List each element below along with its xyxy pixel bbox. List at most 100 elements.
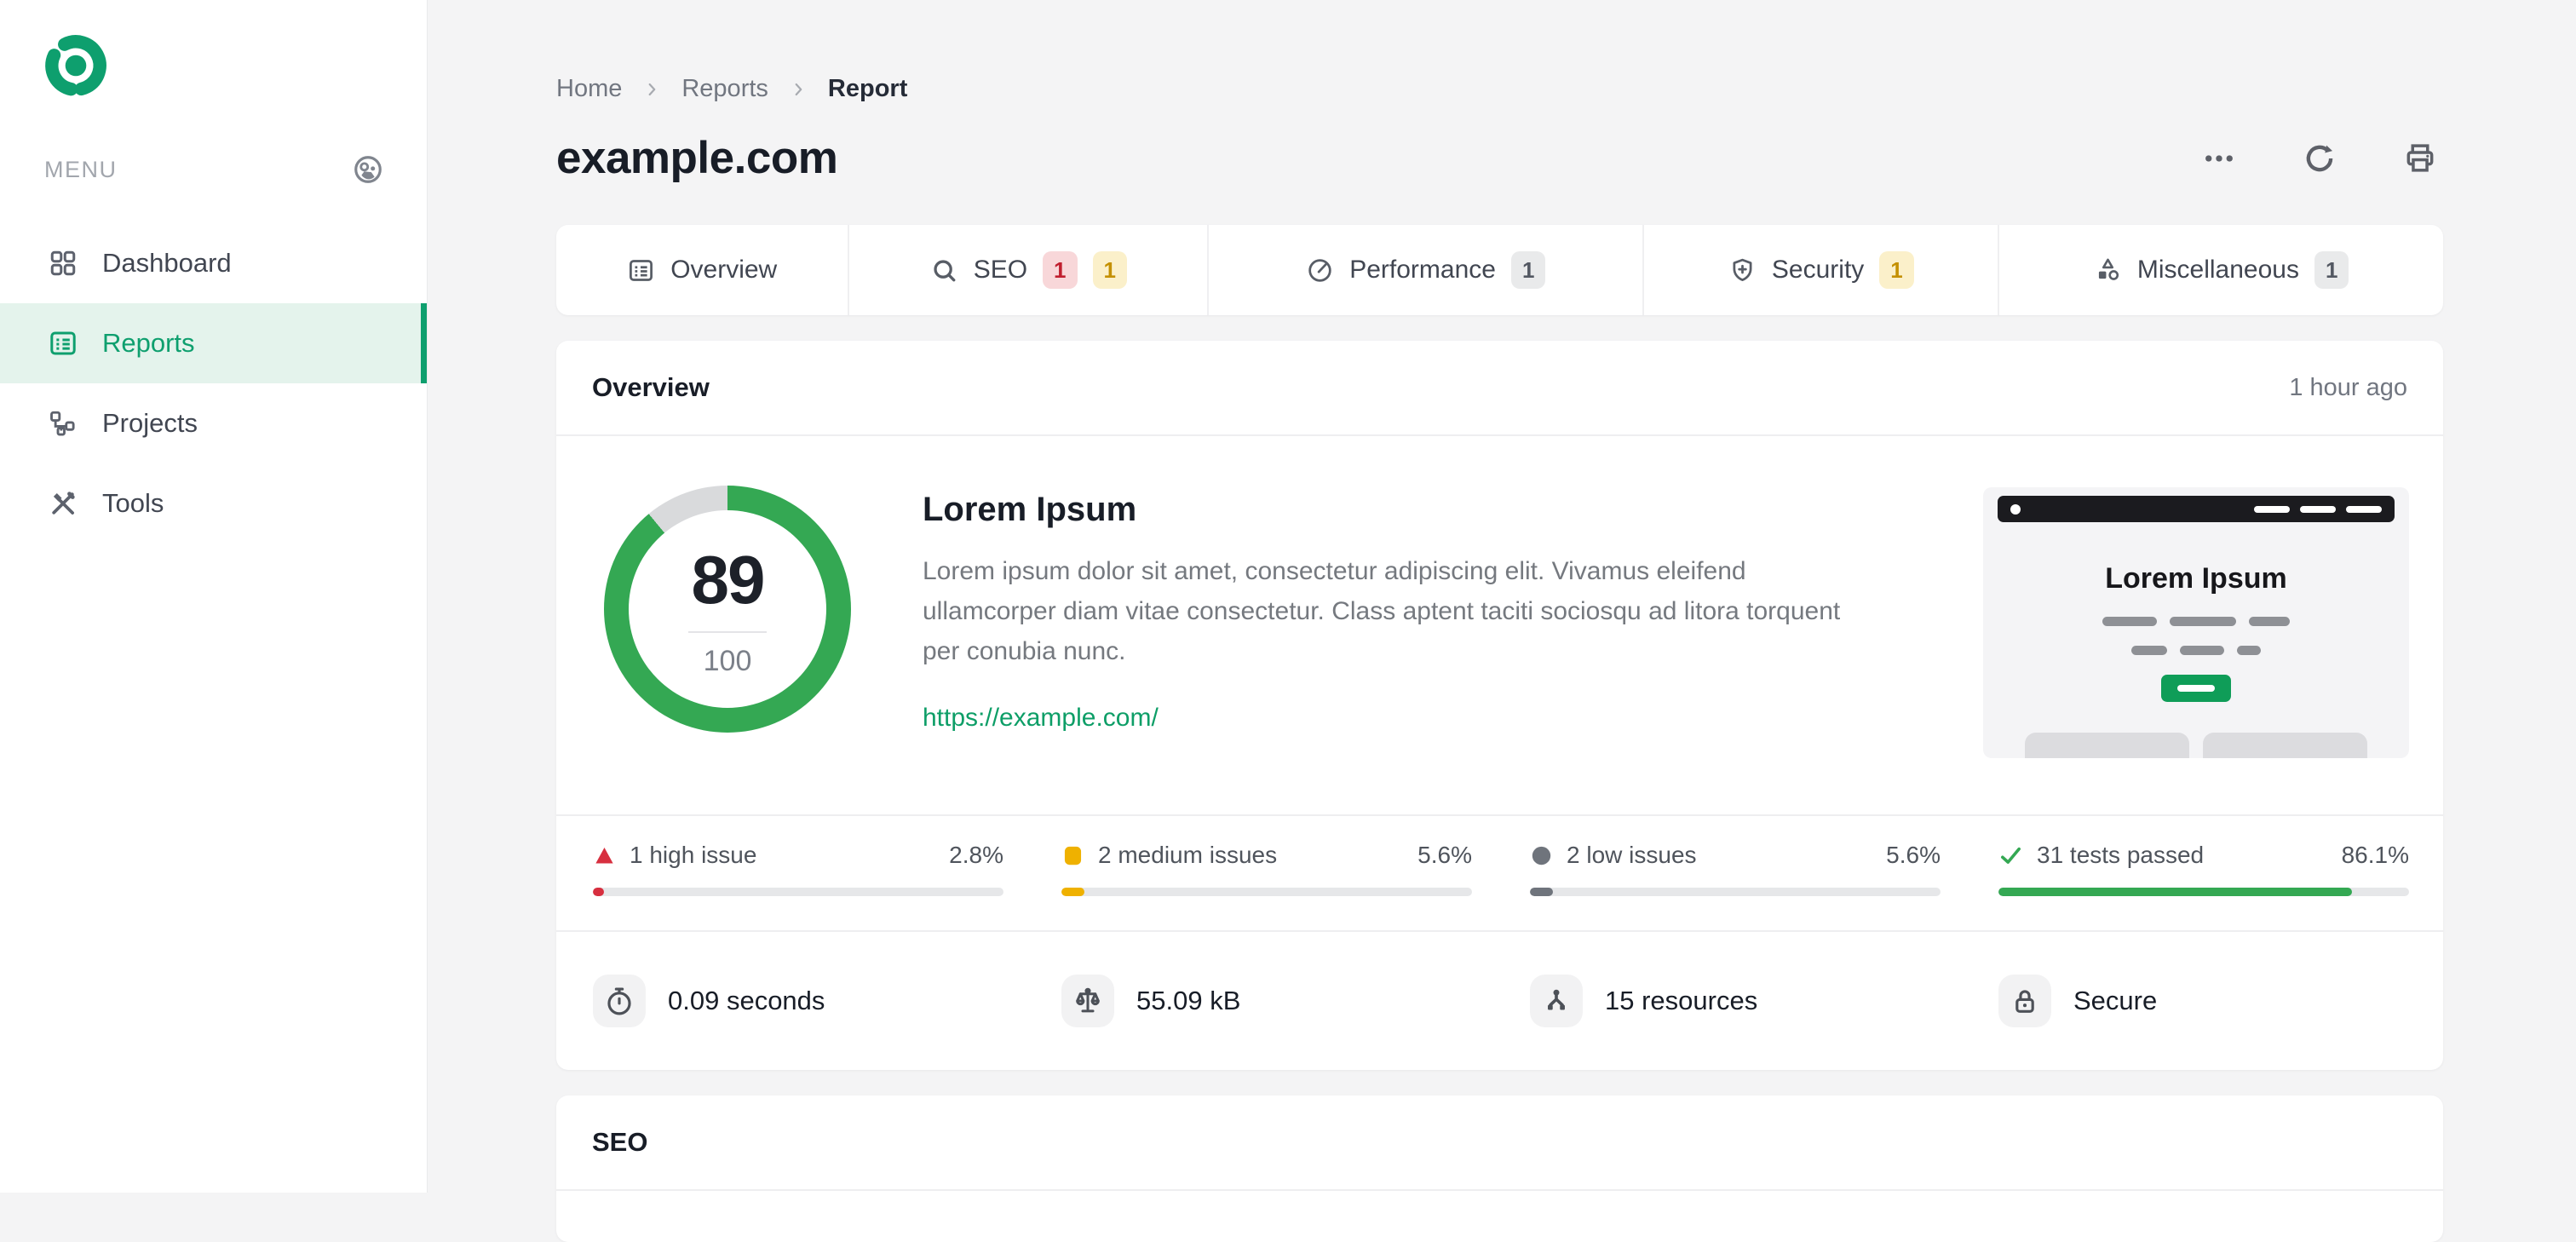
tab-label: SEO <box>973 256 1028 284</box>
low-issues-stat: 2 low issues 5.6% <box>1530 842 1941 896</box>
quick-stats-row: 0.09 seconds 55.09 kB 15 resources Secur… <box>556 930 2443 1070</box>
quick-stat-value: 55.09 kB <box>1136 986 1241 1015</box>
issue-label: 1 high issue <box>630 842 757 868</box>
site-link[interactable]: https://example.com/ <box>923 704 1159 733</box>
site-thumbnail: Lorem Ipsum <box>1983 487 2409 758</box>
more-icon[interactable] <box>2196 135 2242 181</box>
breadcrumb: Home Reports Report <box>556 75 2443 103</box>
issue-percent: 86.1% <box>2341 842 2409 868</box>
load-time-stat: 0.09 seconds <box>593 975 1003 1027</box>
issue-progress <box>593 888 605 896</box>
tab-seo[interactable]: SEO 1 1 <box>848 225 1207 315</box>
gauge-icon <box>1306 256 1334 285</box>
high-issues-stat: 1 high issue 2.8% <box>593 842 1003 896</box>
score-divider <box>688 630 767 633</box>
breadcrumb-report: Report <box>827 75 908 102</box>
tests-passed-stat: 31 tests passed 86.1% <box>1998 842 2409 896</box>
seo-card: SEO <box>556 1095 2443 1242</box>
thumbnail-text-line <box>1983 617 2409 626</box>
quick-stat-value: 15 resources <box>1605 986 1758 1015</box>
menu-label: MENU <box>44 156 118 182</box>
chevron-right-icon <box>789 80 808 99</box>
list-icon <box>627 256 655 285</box>
performance-badge: 1 <box>1510 251 1546 289</box>
issue-label: 2 medium issues <box>1098 842 1278 868</box>
page-title: example.com <box>556 133 838 183</box>
app-logo-icon <box>41 31 111 101</box>
security-stat: Secure <box>1998 975 2409 1027</box>
main-content: Home Reports Report example.com Overview… <box>428 0 2576 1242</box>
miscellaneous-badge: 1 <box>2314 251 2349 289</box>
seo-medium-badge: 1 <box>1092 251 1127 289</box>
sidebar-item-tools[interactable]: Tools <box>0 463 427 543</box>
seo-card-body <box>556 1191 2443 1242</box>
shapes-icon <box>2094 256 2122 285</box>
security-badge: 1 <box>1879 251 1914 289</box>
issue-label: 31 tests passed <box>2037 842 2205 868</box>
quick-stat-value: Secure <box>2073 986 2158 1015</box>
seo-high-badge: 1 <box>1043 251 1078 289</box>
sidebar-item-dashboard[interactable]: Dashboard <box>0 223 427 303</box>
stopwatch-icon <box>593 975 646 1027</box>
header-actions <box>2196 135 2443 181</box>
sidebar-nav: Dashboard Reports Projects Tools <box>0 223 427 543</box>
site-description: Lorem ipsum dolor sit amet, consectetur … <box>923 557 1841 665</box>
overview-card: Overview 1 hour ago 89 100 Lorem Ipsum L… <box>556 341 2443 1070</box>
overview-section-title: Overview <box>592 372 710 402</box>
medium-issues-stat: 2 medium issues 5.6% <box>1061 842 1472 896</box>
refresh-icon[interactable] <box>2297 135 2343 181</box>
score-total: 100 <box>703 644 752 677</box>
thumbnail-button <box>2161 675 2231 702</box>
thumbnail-cards <box>1983 733 2409 758</box>
thumbnail-browser-bar <box>1998 496 2395 522</box>
score-ring: 89 100 <box>604 486 851 733</box>
issue-progress <box>1061 888 1084 896</box>
tab-performance[interactable]: Performance 1 <box>1207 225 1642 315</box>
thumbnail-heading: Lorem Ipsum <box>2105 562 2287 595</box>
resources-stat: 15 resources <box>1530 975 1941 1027</box>
chevron-right-icon <box>642 80 661 99</box>
sidebar: MENU Dashboard Reports Projects Tools <box>0 0 428 1193</box>
thumbnail-logo-dot <box>2010 503 2021 515</box>
breadcrumb-reports[interactable]: Reports <box>681 75 768 103</box>
page-size-stat: 55.09 kB <box>1061 975 1472 1027</box>
triangle-icon <box>593 844 616 867</box>
sitemap-icon <box>1530 975 1583 1027</box>
issue-stats-row: 1 high issue 2.8% 2 medium issues 5.6% 2… <box>556 814 2443 930</box>
hierarchy-icon <box>48 408 78 439</box>
theme-icon[interactable] <box>352 153 384 186</box>
breadcrumb-home[interactable]: Home <box>556 75 622 103</box>
shield-icon <box>1728 256 1757 285</box>
issue-percent: 5.6% <box>1886 842 1941 868</box>
tab-security[interactable]: Security 1 <box>1642 225 1998 315</box>
issue-percent: 5.6% <box>1417 842 1472 868</box>
site-heading: Lorem Ipsum <box>923 491 1137 528</box>
report-tabs: Overview SEO 1 1 Performance 1 Security … <box>556 225 2443 315</box>
print-icon[interactable] <box>2397 135 2443 181</box>
search-icon <box>930 256 958 285</box>
scale-icon <box>1061 975 1114 1027</box>
circle-icon <box>1530 844 1553 867</box>
sidebar-item-label: Tools <box>102 488 164 518</box>
issue-percent: 2.8% <box>949 842 1003 868</box>
sidebar-item-label: Reports <box>102 328 195 358</box>
list-icon <box>48 328 78 359</box>
issue-progress <box>1998 888 2352 896</box>
report-timestamp: 1 hour ago <box>2289 373 2407 401</box>
tab-miscellaneous[interactable]: Miscellaneous 1 <box>1998 225 2443 315</box>
issue-label: 2 low issues <box>1567 842 1697 868</box>
tools-icon <box>48 488 78 519</box>
seo-section-title: SEO <box>592 1127 648 1157</box>
tab-label: Miscellaneous <box>2136 256 2299 284</box>
tab-label: Security <box>1771 256 1865 284</box>
sidebar-item-label: Projects <box>102 408 198 438</box>
tab-overview[interactable]: Overview <box>556 225 848 315</box>
thumbnail-nav-links <box>2254 505 2382 513</box>
sidebar-item-reports[interactable]: Reports <box>0 303 427 383</box>
lock-icon <box>1998 975 2051 1027</box>
tab-label: Overview <box>670 256 778 284</box>
sidebar-item-label: Dashboard <box>102 248 232 278</box>
check-icon <box>1998 843 2023 868</box>
grid-icon <box>48 248 78 279</box>
sidebar-item-projects[interactable]: Projects <box>0 383 427 463</box>
